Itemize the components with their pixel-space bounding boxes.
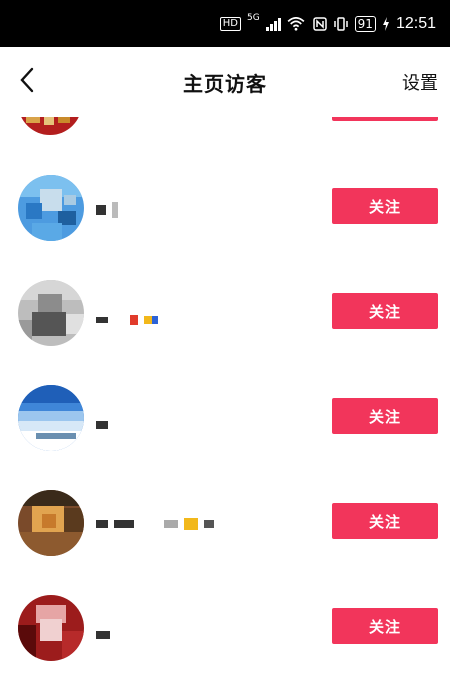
status-time: 12:51 [395,14,436,32]
visitor-name-redacted [96,516,214,532]
app-header: 主页访客 设置 [0,47,450,117]
follow-button[interactable]: 关注 [332,188,438,224]
hd-indicator: HD [219,16,241,31]
follow-button[interactable]: 关注 [332,293,438,329]
avatar[interactable] [18,175,84,241]
charging-bolt-icon [382,16,389,31]
page-title: 主页访客 [183,71,267,96]
visitor-name-redacted [96,312,158,328]
status-left-indicators: HD 5G [219,13,305,31]
avatar[interactable] [18,490,84,556]
follow-button[interactable]: 关注 [332,503,438,539]
list-item[interactable]: 关注 [0,157,450,257]
list-item[interactable]: 关注 [0,367,450,467]
battery-icon: 91 [354,15,376,32]
back-button[interactable] [12,65,42,95]
avatar[interactable] [18,385,84,451]
settings-button[interactable]: 设置 [402,69,438,95]
list-item[interactable]: 关注 [0,472,450,572]
chevron-left-icon [20,67,34,93]
status-right-indicators: 91 12:51 [312,14,436,33]
list-item[interactable]: 关注 [0,262,450,362]
list-item[interactable]: 关注 [0,577,450,677]
signal-bars-icon [265,17,281,31]
follow-button[interactable]: 关注 [332,608,438,644]
avatar [18,117,82,135]
nfc-icon [312,16,327,31]
visitor-name-redacted [96,202,118,218]
status-bar: HD 5G 91 12:51 [0,0,450,47]
avatar[interactable] [18,280,84,346]
visitor-name-redacted [96,417,108,433]
vibrate-icon [333,16,348,31]
avatar[interactable] [18,595,84,661]
wifi-icon [287,16,305,31]
visitor-name-redacted [96,627,110,643]
follow-button[interactable]: 关注 [332,398,438,434]
follow-button-partial[interactable] [332,117,438,121]
partial-list-item [0,117,450,137]
network-type: 5G [246,12,260,23]
